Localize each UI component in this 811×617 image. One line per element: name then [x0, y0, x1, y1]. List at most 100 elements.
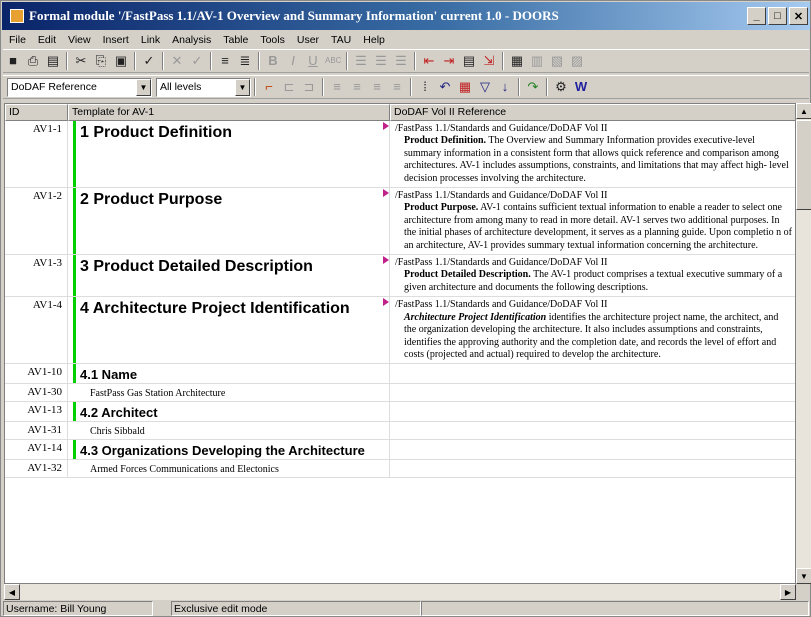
sort-icon[interactable]: ↓: [497, 79, 513, 95]
tools-icon[interactable]: ⚙: [553, 79, 569, 95]
close-button[interactable]: ✕: [789, 7, 808, 25]
column-header-id[interactable]: ID: [5, 104, 68, 121]
scroll-up-icon[interactable]: ▲: [796, 103, 811, 119]
refresh-icon[interactable]: ↷: [525, 79, 541, 95]
maximize-button[interactable]: □: [768, 7, 787, 25]
table-icon[interactable]: ▦: [509, 53, 525, 69]
menu-item-table[interactable]: Table: [217, 34, 254, 46]
cut-icon[interactable]: ✂: [73, 53, 89, 69]
link-flag-icon[interactable]: [383, 256, 389, 265]
object-text-cell[interactable]: 2 Product Purpose: [68, 188, 390, 255]
table-row[interactable]: AV1-30 FastPass Gas Station Architecture: [5, 384, 795, 403]
justify-icon[interactable]: ≡: [389, 79, 405, 95]
column-header-template[interactable]: Template for AV-1: [68, 104, 390, 121]
table-row-icon[interactable]: ▨: [569, 53, 585, 69]
menu-item-analysis[interactable]: Analysis: [166, 34, 217, 46]
filter-icon[interactable]: ▽: [477, 79, 493, 95]
chevron-down-icon[interactable]: ▼: [136, 78, 151, 96]
level-select[interactable]: All levels ▼: [156, 77, 251, 97]
reference-cell[interactable]: [390, 422, 795, 439]
scroll-thumb[interactable]: [796, 120, 811, 210]
link-module-icon[interactable]: ▤: [461, 53, 477, 69]
view-select[interactable]: DoDAF Reference ▼: [7, 77, 152, 97]
menu-item-help[interactable]: Help: [357, 34, 391, 46]
spellcheck-icon[interactable]: ✓: [141, 53, 157, 69]
link-flag-icon[interactable]: [383, 298, 389, 307]
underline-icon[interactable]: U: [305, 53, 321, 69]
align-center-icon[interactable]: ≡: [349, 79, 365, 95]
table-row[interactable]: AV1-3 3 Product Detailed Description/Fast…: [5, 255, 795, 298]
reference-cell[interactable]: /FastPass 1.1/Standards and Guidance/DoD…: [383, 121, 795, 187]
menu-item-file[interactable]: File: [3, 34, 32, 46]
outdent-icon[interactable]: ☰: [393, 53, 409, 69]
bold-icon[interactable]: B: [265, 53, 281, 69]
menu-item-view[interactable]: View: [62, 34, 97, 46]
menu-item-insert[interactable]: Insert: [97, 34, 135, 46]
table-row[interactable]: AV1-32 Armed Forces Communications and El…: [5, 460, 795, 479]
scroll-down-icon[interactable]: ▼: [796, 568, 811, 584]
reference-cell[interactable]: [390, 440, 795, 459]
scroll-left-icon[interactable]: ◀: [4, 584, 20, 600]
strikethrough-icon[interactable]: ABC: [325, 53, 341, 69]
object-text-cell[interactable]: 1 Product Definition: [68, 121, 390, 188]
link-start-icon[interactable]: ⇤: [421, 53, 437, 69]
reference-cell[interactable]: [390, 364, 795, 383]
reference-cell[interactable]: [390, 402, 795, 421]
table-row[interactable]: AV1-4 4 Architecture Project Identificati…: [5, 297, 795, 365]
table-row[interactable]: AV1-13 4.2 Architect: [5, 402, 795, 423]
scroll-right-icon[interactable]: ▶: [780, 584, 796, 600]
table-row[interactable]: AV1-10 4.1 Name: [5, 364, 795, 385]
menu-item-link[interactable]: Link: [135, 34, 166, 46]
column-icon[interactable]: ⁞: [417, 79, 433, 95]
menu-item-tau[interactable]: TAU: [325, 34, 357, 46]
indent-icon[interactable]: ☰: [373, 53, 389, 69]
insert-object-icon[interactable]: ≡: [217, 53, 233, 69]
print-icon[interactable]: ⎙: [25, 53, 41, 69]
object-text-cell[interactable]: 3 Product Detailed Description: [68, 255, 390, 297]
paste-icon[interactable]: ▣: [113, 53, 129, 69]
promote-icon[interactable]: ⊏: [281, 79, 297, 95]
reference-cell[interactable]: [390, 460, 795, 477]
object-text-cell[interactable]: 4.2 Architect: [68, 402, 390, 422]
reference-cell[interactable]: /FastPass 1.1/Standards and Guidance/DoD…: [383, 255, 795, 296]
align-left-icon[interactable]: ≡: [329, 79, 345, 95]
save-icon[interactable]: ■: [5, 53, 21, 69]
link-flag-icon[interactable]: [383, 189, 389, 198]
reference-cell[interactable]: /FastPass 1.1/Standards and Guidance/DoD…: [383, 188, 795, 254]
delete-icon[interactable]: ✕: [169, 53, 185, 69]
title-bar[interactable]: Formal module '/FastPass 1.1/AV-1 Overvi…: [2, 2, 810, 30]
link-end-icon[interactable]: ⇥: [441, 53, 457, 69]
table-row[interactable]: AV1-1 1 Product Definition/FastPass 1.1/S…: [5, 121, 795, 189]
move-icon[interactable]: ⊐: [301, 79, 317, 95]
menu-item-edit[interactable]: Edit: [32, 34, 62, 46]
object-text-cell[interactable]: Armed Forces Communications and Electoni…: [68, 460, 390, 478]
accept-icon[interactable]: ✓: [189, 53, 205, 69]
table-row[interactable]: AV1-14 4.3 Organizations Developing the A…: [5, 440, 795, 461]
link-delete-icon[interactable]: ⇲: [481, 53, 497, 69]
reference-cell[interactable]: /FastPass 1.1/Standards and Guidance/DoD…: [383, 297, 795, 363]
properties-icon[interactable]: ▤: [45, 53, 61, 69]
copy-icon[interactable]: ⎘: [93, 53, 109, 69]
link-arrow-icon[interactable]: ↶: [437, 79, 453, 95]
object-text-cell[interactable]: FastPass Gas Station Architecture: [68, 384, 390, 402]
object-text-cell[interactable]: 4.1 Name: [68, 364, 390, 384]
minimize-button[interactable]: _: [747, 7, 766, 25]
table-insert-icon[interactable]: ▥: [529, 53, 545, 69]
pick-view-icon[interactable]: ▦: [457, 79, 473, 95]
align-right-icon[interactable]: ≡: [369, 79, 385, 95]
word-export-icon[interactable]: W: [573, 79, 589, 95]
horizontal-scrollbar[interactable]: ◀ ▶: [4, 584, 796, 600]
table-row[interactable]: AV1-2 2 Product Purpose/FastPass 1.1/Stan…: [5, 188, 795, 256]
bullet-list-icon[interactable]: ☰: [353, 53, 369, 69]
table-row[interactable]: AV1-31 Chris Sibbald: [5, 422, 795, 441]
italic-icon[interactable]: I: [285, 53, 301, 69]
chevron-down-icon[interactable]: ▼: [235, 78, 250, 96]
menu-item-user[interactable]: User: [291, 34, 325, 46]
object-text-cell[interactable]: 4 Architecture Project Identification: [68, 297, 390, 364]
column-header-reference[interactable]: DoDAF Vol II Reference: [390, 104, 795, 121]
demote-icon[interactable]: ⌐: [261, 79, 277, 95]
link-flag-icon[interactable]: [383, 122, 389, 130]
insert-below-icon[interactable]: ≣: [237, 53, 253, 69]
table-column-icon[interactable]: ▧: [549, 53, 565, 69]
vertical-scrollbar[interactable]: ▲ ▼: [796, 103, 811, 584]
